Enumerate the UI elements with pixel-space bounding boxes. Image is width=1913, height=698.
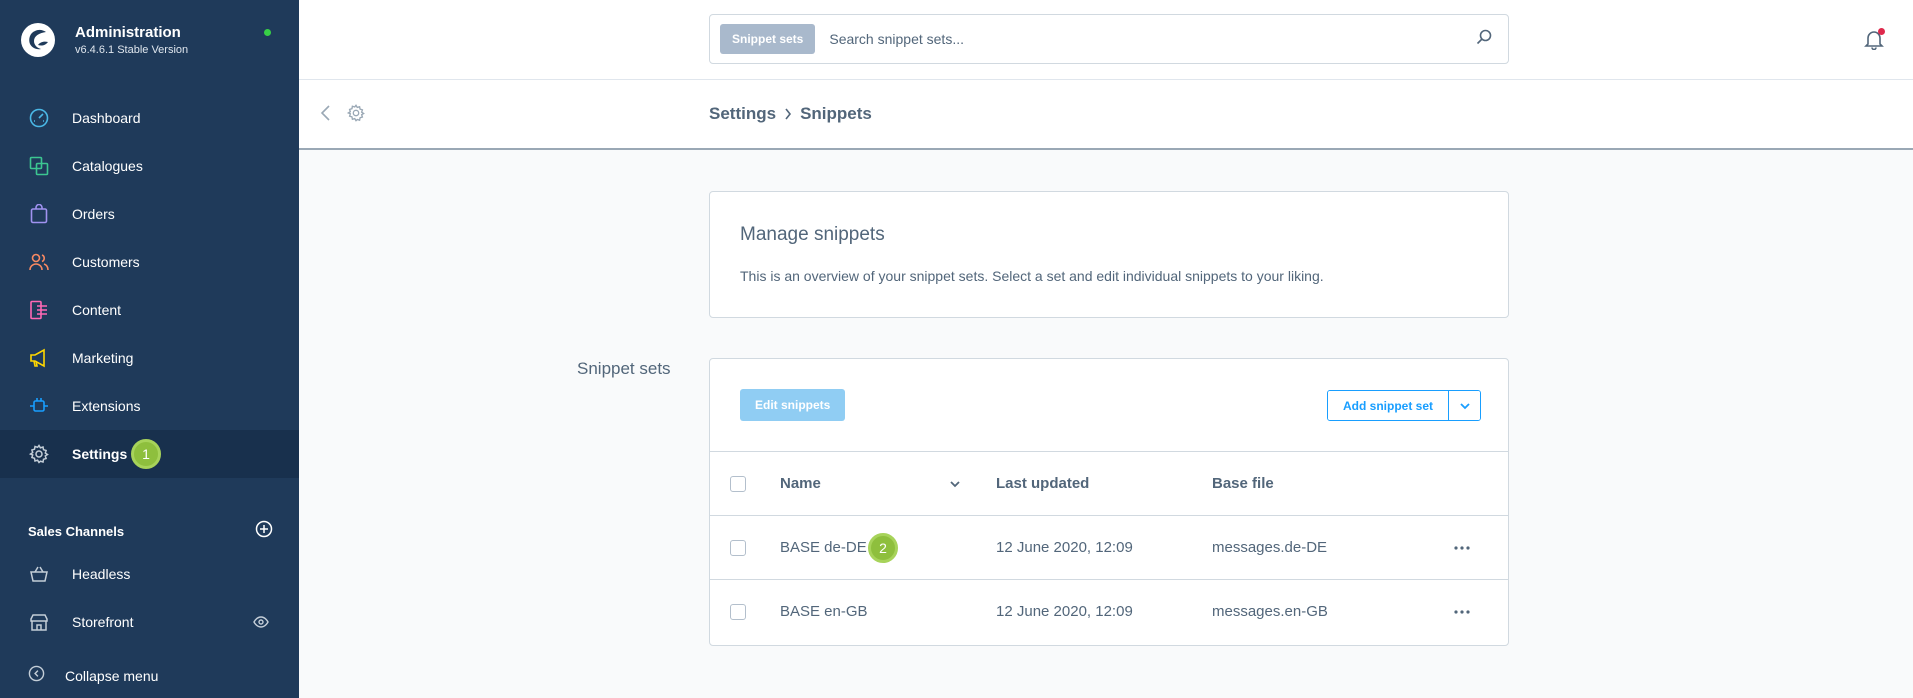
- gauge-icon: [28, 107, 50, 129]
- row-checkbox[interactable]: [730, 516, 746, 579]
- sidebar-item-label: Extensions: [72, 398, 141, 414]
- add-snippet-set-button[interactable]: Add snippet set: [1328, 391, 1450, 420]
- online-status-dot: [264, 29, 271, 36]
- settings-gear-icon[interactable]: [346, 104, 365, 127]
- section-label: Snippet sets: [577, 359, 671, 378]
- select-all-checkbox[interactable]: [730, 452, 746, 515]
- app-title: Administration: [75, 24, 181, 41]
- sidebar-item-label: Marketing: [72, 350, 134, 366]
- sidebar-item-catalogues[interactable]: Catalogues: [0, 142, 299, 190]
- column-header-name[interactable]: Name: [780, 452, 821, 515]
- card-description: This is an overview of your snippet sets…: [740, 268, 1324, 284]
- table-row[interactable]: BASE en-GB 12 June 2020, 12:09 messages.…: [710, 579, 1508, 643]
- collapse-menu-button[interactable]: Collapse menu: [28, 665, 158, 687]
- snippet-sets-table: Name Last updated Base file BASE de-DE 2…: [710, 451, 1508, 643]
- snippet-set-name[interactable]: BASE de-DE: [780, 516, 867, 579]
- sidebar-item-content[interactable]: Content: [0, 286, 299, 334]
- sidebar-item-label: Customers: [72, 254, 140, 270]
- eye-icon[interactable]: [253, 614, 269, 635]
- table-row[interactable]: BASE de-DE 2 12 June 2020, 12:09 message…: [710, 515, 1508, 579]
- step-badge: 2: [868, 533, 898, 563]
- sales-channels-header: Sales Channels: [28, 520, 273, 543]
- sidebar-item-orders[interactable]: Orders: [0, 190, 299, 238]
- basket-icon: [28, 563, 50, 585]
- sidebar-item-label: Content: [72, 302, 122, 318]
- sidebar: Administration v6.4.6.1 Stable Version D…: [0, 0, 299, 698]
- content-icon: [28, 299, 50, 321]
- sort-chevron-icon[interactable]: [950, 452, 960, 515]
- topbar: Snippet sets: [299, 0, 1913, 80]
- edit-snippets-button[interactable]: Edit snippets: [740, 389, 846, 421]
- sidebar-item-extensions[interactable]: Extensions: [0, 382, 299, 430]
- shopping-bag-icon: [28, 203, 50, 225]
- chevron-down-icon[interactable]: [1449, 391, 1481, 420]
- search-type-tag[interactable]: Snippet sets: [720, 24, 816, 54]
- table-header-row: Name Last updated Base file: [710, 451, 1508, 515]
- plug-icon: [28, 395, 50, 417]
- brand-text: Administration v6.4.6.1 Stable Version: [75, 24, 188, 56]
- sidebar-item-dashboard[interactable]: Dashboard: [0, 94, 299, 142]
- sales-channel-label: Headless: [72, 566, 131, 582]
- manage-snippets-card: Manage snippets This is an overview of y…: [709, 191, 1509, 318]
- snippet-set-base-file: messages.de-DE: [1212, 539, 1328, 556]
- sales-channel-storefront[interactable]: Storefront: [0, 598, 299, 646]
- more-actions-icon[interactable]: [1454, 516, 1470, 579]
- collapse-icon: [28, 665, 45, 687]
- sales-channels-list: Headless Storefront: [0, 550, 299, 646]
- search-input[interactable]: [829, 31, 1476, 47]
- breadcrumb-current: Snippets: [800, 104, 872, 123]
- breadcrumb-parent[interactable]: Settings: [709, 104, 776, 124]
- sidebar-item-label: Dashboard: [72, 110, 141, 126]
- app-version: v6.4.6.1 Stable Version: [75, 44, 189, 56]
- add-snippet-set-split-button: Add snippet set: [1327, 390, 1482, 421]
- row-checkbox[interactable]: [730, 580, 746, 643]
- brand: Administration v6.4.6.1 Stable Version: [20, 22, 188, 58]
- sidebar-item-label: Catalogues: [72, 158, 143, 174]
- catalogue-icon: [28, 155, 50, 177]
- chevron-left-icon[interactable]: [319, 104, 333, 127]
- snippet-sets-card: Edit snippets Add snippet set Name Last …: [709, 358, 1509, 646]
- step-badge: 1: [131, 439, 161, 469]
- sidebar-item-label: Settings: [72, 446, 128, 462]
- collapse-menu-label: Collapse menu: [65, 668, 159, 684]
- sidebar-item-settings[interactable]: Settings 1: [0, 430, 299, 478]
- megaphone-icon: [28, 347, 50, 369]
- sidebar-item-label: Orders: [72, 206, 115, 222]
- sidebar-item-marketing[interactable]: Marketing: [0, 334, 299, 382]
- column-header-last-updated[interactable]: Last updated: [996, 452, 1089, 515]
- snippet-set-last-updated: 12 June 2020, 12:09: [996, 539, 1133, 556]
- users-icon: [28, 251, 50, 273]
- chevron-right-icon: [784, 108, 792, 120]
- sidebar-item-customers[interactable]: Customers: [0, 238, 299, 286]
- gear-icon: [28, 443, 50, 465]
- page-header: Settings Snippets: [299, 80, 1913, 150]
- notification-dot: [1878, 28, 1885, 35]
- main-nav: Dashboard Catalogues Orders Customers Co…: [0, 94, 299, 478]
- shopware-logo-icon: [21, 23, 55, 57]
- sales-channel-label: Storefront: [72, 614, 134, 630]
- snippet-set-last-updated: 12 June 2020, 12:09: [996, 603, 1133, 620]
- more-actions-icon[interactable]: [1454, 580, 1470, 643]
- sales-channel-headless[interactable]: Headless: [0, 550, 299, 598]
- snippet-set-base-file: messages.en-GB: [1212, 603, 1328, 620]
- add-sales-channel-icon[interactable]: [255, 520, 273, 543]
- sales-channels-title: Sales Channels: [28, 524, 125, 539]
- column-header-base-file[interactable]: Base file: [1212, 452, 1274, 515]
- storefront-icon: [28, 611, 50, 633]
- global-search[interactable]: Snippet sets: [709, 14, 1509, 64]
- search-icon[interactable]: [1476, 29, 1492, 50]
- snippet-set-name[interactable]: BASE en-GB: [780, 580, 868, 643]
- card-title: Manage snippets: [740, 224, 885, 245]
- breadcrumb: Settings Snippets: [709, 104, 872, 124]
